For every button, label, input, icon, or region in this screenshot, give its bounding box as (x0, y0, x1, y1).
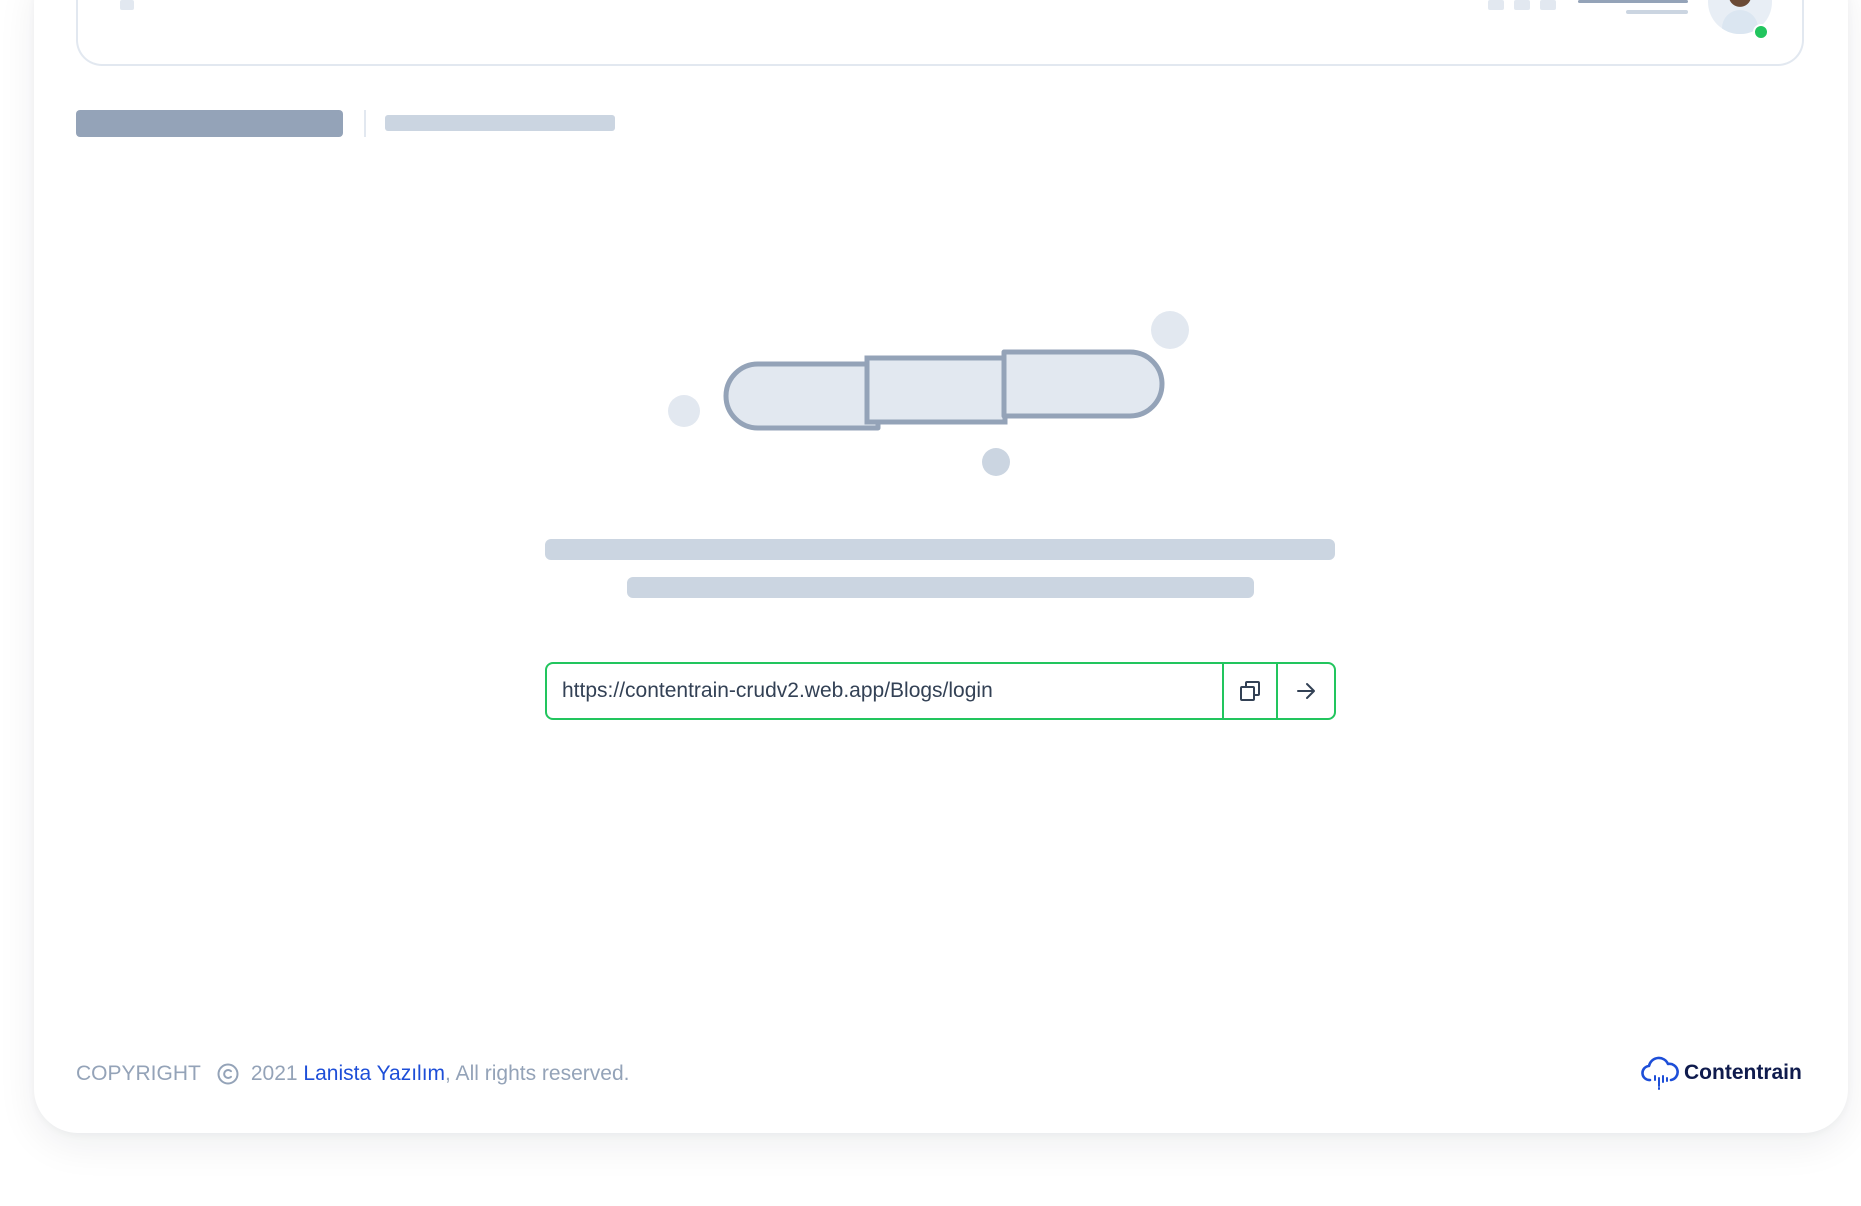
decor-dot (1151, 311, 1189, 349)
breadcrumb-subtitle-skeleton (385, 115, 615, 131)
url-field[interactable]: https://contentrain-crudv2.web.app/Blogs… (545, 662, 1336, 720)
rights-text: , All rights reserved. (445, 1062, 630, 1085)
online-status-dot (1753, 24, 1769, 40)
open-url-button[interactable] (1278, 662, 1334, 720)
copy-icon (1240, 681, 1260, 701)
message-skeleton-line (627, 577, 1254, 598)
navbar-skeleton-item (1540, 0, 1556, 10)
cloud-rain-icon (1641, 1056, 1679, 1090)
url-text[interactable]: https://contentrain-crudv2.web.app/Blogs… (547, 679, 1222, 703)
copy-url-button[interactable] (1222, 662, 1278, 720)
navbar-skeleton-item (1488, 0, 1504, 10)
copyright-icon (217, 1063, 239, 1085)
brand-name: Contentrain (1684, 1061, 1802, 1084)
pill-segment-right (1001, 349, 1165, 419)
brand-logo[interactable]: Contentrain (1640, 1056, 1802, 1090)
navbar-user-name-skeleton (1578, 0, 1688, 3)
copyright-label: COPYRIGHT (76, 1062, 201, 1085)
footer-copyright: COPYRIGHT 2021 Lanista Yazılım , All rig… (76, 1062, 629, 1086)
navbar-user-role-skeleton (1626, 10, 1688, 14)
main-card (34, 0, 1848, 1133)
company-link[interactable]: Lanista Yazılım (303, 1062, 445, 1086)
top-navbar (76, 0, 1804, 66)
copyright-year: 2021 (250, 1062, 298, 1085)
decor-dot (668, 395, 700, 427)
navbar-skeleton-left (120, 0, 134, 10)
navbar-skeleton-item (1514, 0, 1530, 10)
decor-dot (982, 448, 1010, 476)
arrow-right-icon (1297, 683, 1315, 699)
pill-segment-middle (864, 355, 1008, 425)
loading-illustration (668, 311, 1189, 476)
pill-segment-left (723, 361, 881, 431)
breadcrumb-divider (364, 110, 366, 137)
breadcrumb-title-skeleton (76, 110, 343, 137)
message-skeleton-line (545, 539, 1335, 560)
